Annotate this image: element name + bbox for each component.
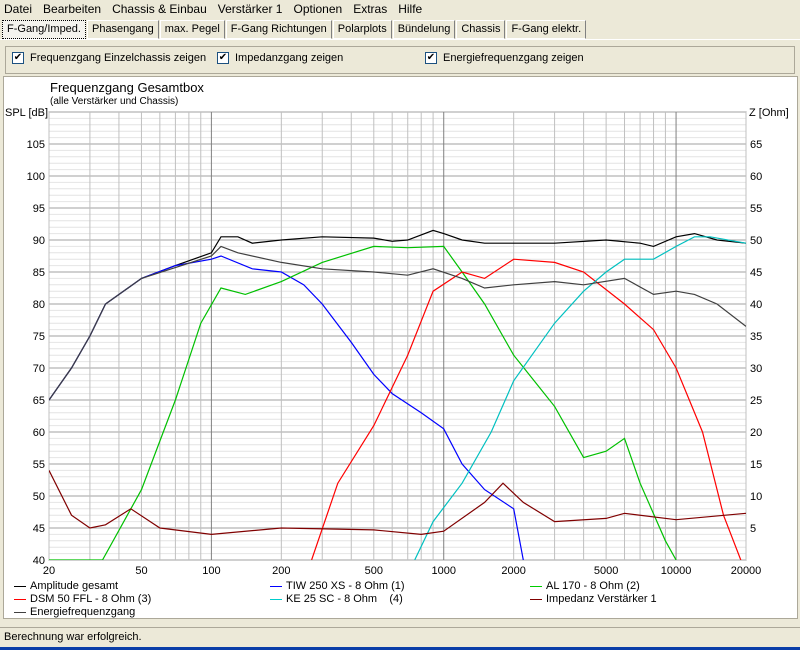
checkbox-energie[interactable]: ✔ Energiefrequenzgang zeigen — [425, 52, 584, 64]
menu-bar: Datei Bearbeiten Chassis & Einbau Verstä… — [0, 0, 800, 18]
tab-polarplots[interactable]: Polarplots — [332, 20, 392, 39]
frequency-response-plot: 40 45 50 55 60 65 70 75 80 85 90 95 100 105 5 10 15 20 25 3… — [5, 107, 789, 577]
tab-fgang-richtungen[interactable]: F-Gang Richtungen — [225, 20, 332, 39]
checkbox-label: Impedanzgang zeigen — [235, 52, 344, 64]
x-tick-label: 500 — [365, 565, 383, 577]
tab-bar: F-Gang/Imped. Phasengang max. Pegel F-Ga… — [2, 20, 587, 39]
x-tick-label: 50 — [135, 565, 147, 577]
legend-item: KE 25 SC - 8 Ohm (4) — [270, 593, 403, 605]
checkmark-icon: ✔ — [12, 52, 24, 64]
x-tick-label: 1000 — [431, 565, 455, 577]
y2-tick-label: 30 — [750, 363, 762, 375]
y2-tick-label: 40 — [750, 299, 762, 311]
y-tick-label: 85 — [33, 267, 45, 279]
y-tick-label: 65 — [33, 395, 45, 407]
legend-item: DSM 50 FFL - 8 Ohm (3) — [14, 593, 151, 605]
y2-tick-label: 5 — [750, 523, 756, 535]
tab-max-pegel[interactable]: max. Pegel — [159, 20, 225, 39]
y-tick-label: 55 — [33, 459, 45, 471]
y-tick-label: 90 — [33, 235, 45, 247]
y2-tick-label: 65 — [750, 139, 762, 151]
x-tick-label: 200 — [272, 565, 290, 577]
legend-item: Impedanz Verstärker 1 — [530, 593, 657, 605]
y2-tick-label: 45 — [750, 267, 762, 279]
checkbox-impedanz[interactable]: ✔ Impedanzgang zeigen — [217, 52, 343, 64]
y2-tick-label: 10 — [750, 491, 762, 503]
y-tick-label: 70 — [33, 363, 45, 375]
tab-chassis[interactable]: Chassis — [456, 20, 506, 39]
checkbox-label: Energiefrequenzgang zeigen — [443, 52, 584, 64]
y-tick-label: 80 — [33, 299, 45, 311]
chart-container: Frequenzgang Gesamtbox (alle Verstärker … — [3, 76, 798, 619]
y2-axis-label: Z [Ohm] — [749, 107, 789, 119]
x-tick-label: 20 — [43, 565, 55, 577]
menu-chassis[interactable]: Chassis & Einbau — [112, 2, 207, 16]
x-tick-label: 5000 — [594, 565, 618, 577]
menu-verstaerker[interactable]: Verstärker 1 — [218, 2, 283, 16]
y-tick-label: 75 — [33, 331, 45, 343]
menu-bearbeiten[interactable]: Bearbeiten — [43, 2, 101, 16]
x-tick-label: 2000 — [501, 565, 525, 577]
tab-fgang-imped[interactable]: F-Gang/Imped. — [2, 20, 86, 39]
tab-fgang-elektr[interactable]: F-Gang elektr. — [506, 20, 587, 39]
tab-phasengang[interactable]: Phasengang — [86, 20, 159, 39]
y2-tick-label: 50 — [750, 235, 762, 247]
x-tick-label: 100 — [202, 565, 220, 577]
y-axis-label: SPL [dB] — [5, 107, 48, 119]
legend-item: AL 170 - 8 Ohm (2) — [530, 580, 640, 592]
y2-tick-label: 55 — [750, 203, 762, 215]
x-tick-label: 20000 — [731, 565, 762, 577]
checkbox-einzelchassis[interactable]: ✔ Frequenzgang Einzelchassis zeigen — [12, 52, 206, 64]
y2-tick-label: 60 — [750, 171, 762, 183]
menu-hilfe[interactable]: Hilfe — [398, 2, 422, 16]
y-tick-label: 105 — [27, 139, 45, 151]
y-tick-label: 60 — [33, 427, 45, 439]
checkbox-label: Frequenzgang Einzelchassis zeigen — [30, 52, 207, 64]
checkmark-icon: ✔ — [217, 52, 229, 64]
legend-item: TIW 250 XS - 8 Ohm (1) — [270, 580, 405, 592]
menu-extras[interactable]: Extras — [353, 2, 387, 16]
y-tick-label: 95 — [33, 203, 45, 215]
legend-item: Energiefrequenzgang — [14, 606, 135, 618]
menu-datei[interactable]: Datei — [4, 2, 32, 16]
y2-tick-label: 15 — [750, 459, 762, 471]
y2-tick-label: 35 — [750, 331, 762, 343]
checkmark-icon: ✔ — [425, 52, 437, 64]
y2-tick-label: 25 — [750, 395, 762, 407]
y-tick-label: 45 — [33, 523, 45, 535]
legend-item: Amplitude gesamt — [14, 580, 118, 592]
y2-tick-label: 20 — [750, 427, 762, 439]
x-tick-label: 10000 — [661, 565, 692, 577]
y-tick-label: 50 — [33, 491, 45, 503]
status-bar: Berechnung war erfolgreich. — [0, 627, 800, 647]
y-tick-label: 100 — [27, 171, 45, 183]
tab-buendelung[interactable]: Bündelung — [392, 20, 456, 39]
menu-optionen[interactable]: Optionen — [293, 2, 342, 16]
